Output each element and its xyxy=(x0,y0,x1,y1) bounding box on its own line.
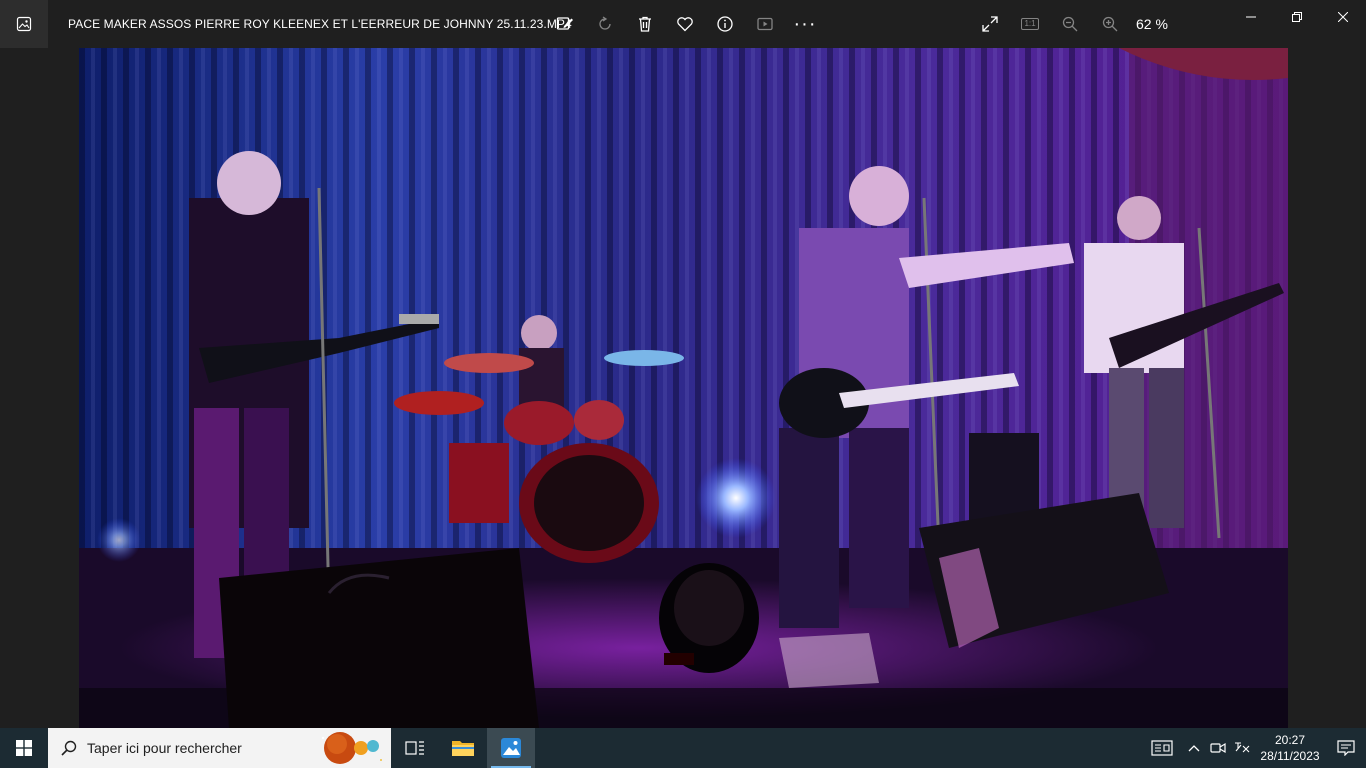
title-bar: PACE MAKER ASSOS PIERRE ROY KLEENEX ET L… xyxy=(0,0,1366,48)
edit-icon[interactable] xyxy=(545,0,585,48)
meet-icon[interactable] xyxy=(1206,728,1230,768)
actual-size-icon[interactable]: 1:1 xyxy=(1010,0,1050,48)
minimize-icon[interactable] xyxy=(1228,0,1274,34)
photos-icon[interactable] xyxy=(487,728,535,768)
photos-app-icon[interactable] xyxy=(0,0,48,48)
search-placeholder: Taper ici pour rechercher xyxy=(87,740,242,756)
more-label: ··· xyxy=(793,13,817,35)
zoom-in-icon[interactable] xyxy=(1090,0,1130,48)
news-icon[interactable] xyxy=(1142,728,1182,768)
keyboard-icon[interactable] xyxy=(1230,728,1254,768)
chevron-up-icon[interactable] xyxy=(1182,728,1206,768)
actual-size-label: 1:1 xyxy=(1021,18,1039,30)
photo-toolbar: ··· xyxy=(545,0,825,48)
close-icon[interactable] xyxy=(1320,0,1366,34)
windows-start-icon[interactable] xyxy=(0,728,48,768)
clock-time: 20:27 xyxy=(1274,733,1306,747)
info-icon[interactable] xyxy=(705,0,745,48)
task-view-icon[interactable] xyxy=(391,728,439,768)
notifications-icon[interactable] xyxy=(1326,728,1366,768)
taskbar-clock[interactable]: 20:27 28/11/2023 xyxy=(1254,732,1326,764)
zoom-out-icon[interactable] xyxy=(1050,0,1090,48)
zoom-level: 62 % xyxy=(1136,16,1168,32)
search-highlight-icon xyxy=(321,732,382,764)
favorite-icon[interactable] xyxy=(665,0,705,48)
taskbar-search-box[interactable]: Taper ici pour rechercher xyxy=(48,728,391,768)
system-tray: 20:27 28/11/2023 xyxy=(1142,728,1366,768)
file-explorer-icon[interactable] xyxy=(439,728,487,768)
view-tools: 1:1 62 % xyxy=(970,0,1168,48)
rotate-icon[interactable] xyxy=(585,0,625,48)
window-controls xyxy=(1228,0,1366,34)
slideshow-icon[interactable] xyxy=(745,0,785,48)
taskbar: Taper ici pour rechercher 20:27 28/11/20… xyxy=(0,728,1366,768)
fullscreen-icon[interactable] xyxy=(970,0,1010,48)
window-title: PACE MAKER ASSOS PIERRE ROY KLEENEX ET L… xyxy=(68,17,572,31)
photo-viewer[interactable] xyxy=(0,48,1366,728)
concert-photo xyxy=(79,48,1288,728)
more-icon[interactable]: ··· xyxy=(785,0,825,48)
concert-scene xyxy=(79,48,1288,728)
search-icon xyxy=(61,740,77,756)
clock-date: 28/11/2023 xyxy=(1260,749,1320,763)
delete-icon[interactable] xyxy=(625,0,665,48)
restore-icon[interactable] xyxy=(1274,0,1320,34)
